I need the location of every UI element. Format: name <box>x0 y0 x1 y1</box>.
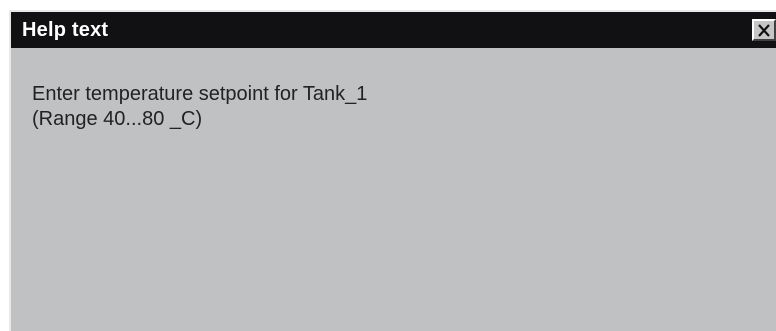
help-text-line: Enter temperature setpoint for Tank_1 <box>32 83 368 105</box>
close-icon <box>757 23 771 37</box>
help-dialog: Help text Enter temperature setpoint for… <box>9 10 776 331</box>
dialog-title: Help text <box>22 18 109 41</box>
help-text-body: Enter temperature setpoint for Tank_1 (R… <box>32 82 367 132</box>
help-text-line: (Range 40...80 _C) <box>32 108 203 130</box>
close-button[interactable] <box>752 19 776 41</box>
title-bar[interactable]: Help text <box>11 12 776 48</box>
